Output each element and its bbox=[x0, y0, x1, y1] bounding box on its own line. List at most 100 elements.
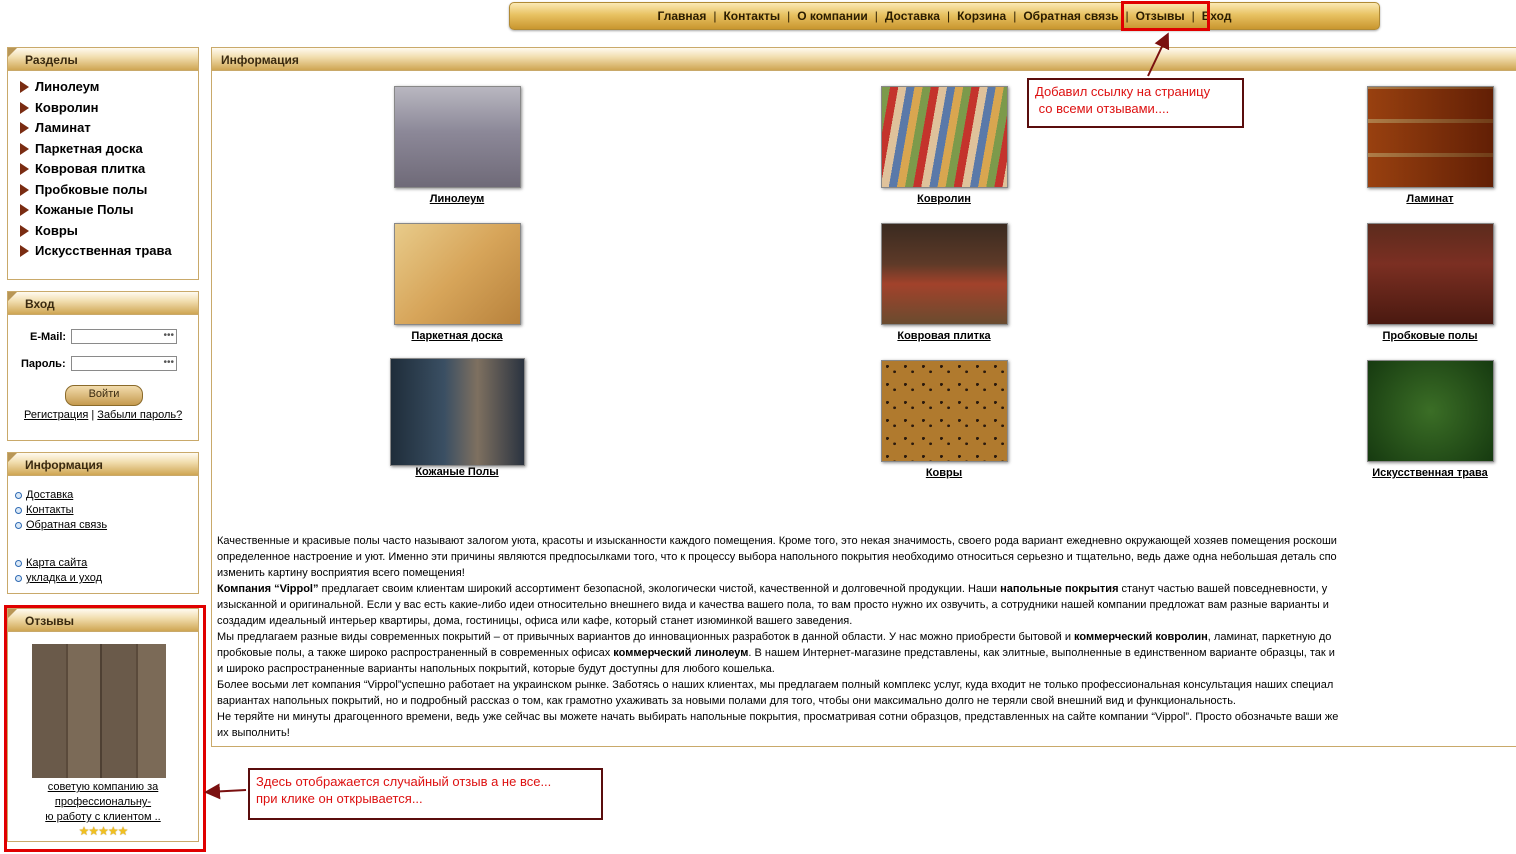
product-label[interactable]: Ламинат bbox=[1340, 193, 1516, 205]
product-label[interactable]: Искусственная трава bbox=[1340, 467, 1516, 479]
info-link-care[interactable]: укладка и уход bbox=[26, 571, 102, 586]
section-link-cork[interactable]: Пробковые полы bbox=[35, 180, 147, 201]
sections-panel-title: Разделы bbox=[25, 53, 78, 67]
paragraph: Компания “Vippol” предлагает своим клиен… bbox=[217, 581, 1516, 597]
sections-list: Линолеум Ковролин Ламинат Паркетная доск… bbox=[8, 71, 198, 266]
forgot-password-link[interactable]: Забыли пароль? bbox=[97, 409, 182, 421]
register-link[interactable]: Регистрация bbox=[24, 409, 88, 421]
nav-feedback[interactable]: Обратная связь bbox=[1023, 9, 1118, 23]
bold-text: Компания “Vippol” bbox=[217, 583, 319, 595]
paragraph: пробковые полы, а также широко распростр… bbox=[217, 645, 1516, 661]
email-field[interactable]: ••• bbox=[71, 329, 177, 344]
login-button[interactable]: Войти bbox=[65, 385, 143, 406]
product-image[interactable] bbox=[1366, 223, 1494, 325]
bold-text: коммерческий ковролин bbox=[1074, 631, 1208, 643]
section-item: Паркетная доска bbox=[20, 139, 198, 160]
product-laminate[interactable]: Ламинат bbox=[1340, 86, 1516, 205]
password-field[interactable]: ••• bbox=[71, 356, 177, 371]
section-link-laminate[interactable]: Ламинат bbox=[35, 118, 91, 139]
product-label[interactable]: Пробковые полы bbox=[1340, 330, 1516, 342]
info-link-sitemap[interactable]: Карта сайта bbox=[26, 556, 87, 571]
product-grass[interactable]: Искусственная трава bbox=[1340, 360, 1516, 479]
text-span: Мы предлагаем разные виды современных по… bbox=[217, 631, 1075, 643]
nav-separator: | bbox=[713, 9, 717, 23]
nav-cart[interactable]: Корзина bbox=[957, 9, 1006, 23]
bullet-icon bbox=[15, 575, 22, 582]
nav-delivery[interactable]: Доставка bbox=[885, 9, 940, 23]
sections-panel: Разделы Линолеум Ковролин Ламинат Паркет… bbox=[7, 47, 199, 280]
paragraph: Более восьми лет компания “Vippol”успешн… bbox=[217, 679, 1334, 691]
paragraph: и широко распространенные варианты напол… bbox=[217, 663, 775, 675]
bullet-icon bbox=[15, 522, 22, 529]
section-link-grass[interactable]: Искусственная трава bbox=[35, 241, 172, 262]
login-links-divider: | bbox=[91, 409, 95, 421]
section-link-rugs[interactable]: Ковры bbox=[35, 221, 78, 242]
paragraph: вариантах напольных покрытий, но и подро… bbox=[217, 695, 1236, 707]
highlight-reviews-link bbox=[1121, 1, 1210, 31]
nav-home[interactable]: Главная bbox=[658, 9, 707, 23]
bullet-icon bbox=[15, 507, 22, 514]
text-span: . В нашем Интернет-магазине представлены… bbox=[748, 647, 1335, 659]
product-carpet[interactable]: Ковролин bbox=[854, 86, 1034, 205]
text-span: , ламинат, паркетную до bbox=[1207, 631, 1332, 643]
annotation-bottom: Здесь отображается случайный отзыв а не … bbox=[248, 768, 603, 820]
info-item: Доставка bbox=[15, 488, 198, 503]
product-carpet-tile[interactable]: Ковровая плитка bbox=[854, 223, 1034, 342]
product-label[interactable]: Паркетная доска bbox=[367, 330, 547, 342]
product-linoleum[interactable]: Линолеум bbox=[367, 86, 547, 205]
product-image[interactable] bbox=[1366, 86, 1494, 188]
nav-contacts[interactable]: Контакты bbox=[723, 9, 780, 23]
main-panel-title: Информация bbox=[221, 53, 299, 67]
product-image[interactable] bbox=[1366, 360, 1494, 462]
product-label[interactable]: Ковры bbox=[854, 467, 1034, 479]
product-image[interactable] bbox=[393, 86, 521, 188]
product-image[interactable] bbox=[389, 358, 525, 466]
paragraph: определенное настроение и уют. Именно эт… bbox=[217, 551, 1337, 563]
section-item: Ковры bbox=[20, 221, 198, 242]
product-label[interactable]: Ковролин bbox=[854, 193, 1034, 205]
annotation-line: при клике он открывается... bbox=[256, 791, 423, 806]
login-panel-header: Вход bbox=[8, 292, 198, 315]
product-label[interactable]: Линолеум bbox=[367, 193, 547, 205]
section-link-leather[interactable]: Кожаные Полы bbox=[35, 200, 133, 221]
product-label[interactable]: Ковровая плитка bbox=[854, 330, 1034, 342]
section-link-linoleum[interactable]: Линолеум bbox=[35, 77, 99, 98]
section-link-parquet[interactable]: Паркетная доска bbox=[35, 139, 143, 160]
product-rugs[interactable]: Ковры bbox=[854, 360, 1034, 479]
description-text: Качественные и красивые полы часто назыв… bbox=[217, 533, 1516, 741]
section-item: Кожаные Полы bbox=[20, 200, 198, 221]
nav-separator: | bbox=[787, 9, 791, 23]
info-panel-header: Информация bbox=[8, 453, 198, 476]
email-label: E-Mail: bbox=[30, 331, 67, 343]
section-item: Ковровая плитка bbox=[20, 159, 198, 180]
panel-corner bbox=[8, 48, 17, 57]
text-span: пробковые полы, а также широко распростр… bbox=[217, 647, 614, 659]
paragraph: их выполнить! bbox=[217, 727, 290, 739]
section-item: Искусственная трава bbox=[20, 241, 198, 262]
bullet-icon bbox=[15, 560, 22, 567]
info-panel-title: Информация bbox=[25, 458, 103, 472]
product-image[interactable] bbox=[880, 360, 1008, 462]
top-navigation: Главная | Контакты | О компании | Доставка | Кор… bbox=[509, 2, 1380, 30]
info-link-feedback[interactable]: Обратная связь bbox=[26, 518, 107, 533]
arrow-right-icon bbox=[20, 122, 29, 135]
section-item: Ламинат bbox=[20, 118, 198, 139]
info-link-delivery[interactable]: Доставка bbox=[26, 488, 73, 503]
info-link-contacts[interactable]: Контакты bbox=[26, 503, 74, 518]
sections-panel-header: Разделы bbox=[8, 48, 198, 71]
product-cork[interactable]: Пробковые полы bbox=[1340, 223, 1516, 342]
product-label[interactable]: Кожаные Полы bbox=[367, 466, 547, 478]
section-link-carpet[interactable]: Ковролин bbox=[35, 98, 99, 119]
bullet-icon bbox=[15, 492, 22, 499]
section-link-carpet-tile[interactable]: Ковровая плитка bbox=[35, 159, 145, 180]
product-image[interactable] bbox=[880, 223, 1008, 325]
arrow-right-icon bbox=[20, 163, 29, 176]
product-image[interactable] bbox=[393, 223, 521, 325]
nav-separator: | bbox=[1013, 9, 1017, 23]
product-leather[interactable]: Кожаные Полы bbox=[367, 358, 547, 478]
product-image[interactable] bbox=[880, 86, 1008, 188]
arrow-right-icon bbox=[20, 183, 29, 196]
info-links-secondary: Карта сайта укладка и уход bbox=[8, 556, 198, 586]
product-parquet[interactable]: Паркетная доска bbox=[367, 223, 547, 342]
nav-about[interactable]: О компании bbox=[797, 9, 868, 23]
